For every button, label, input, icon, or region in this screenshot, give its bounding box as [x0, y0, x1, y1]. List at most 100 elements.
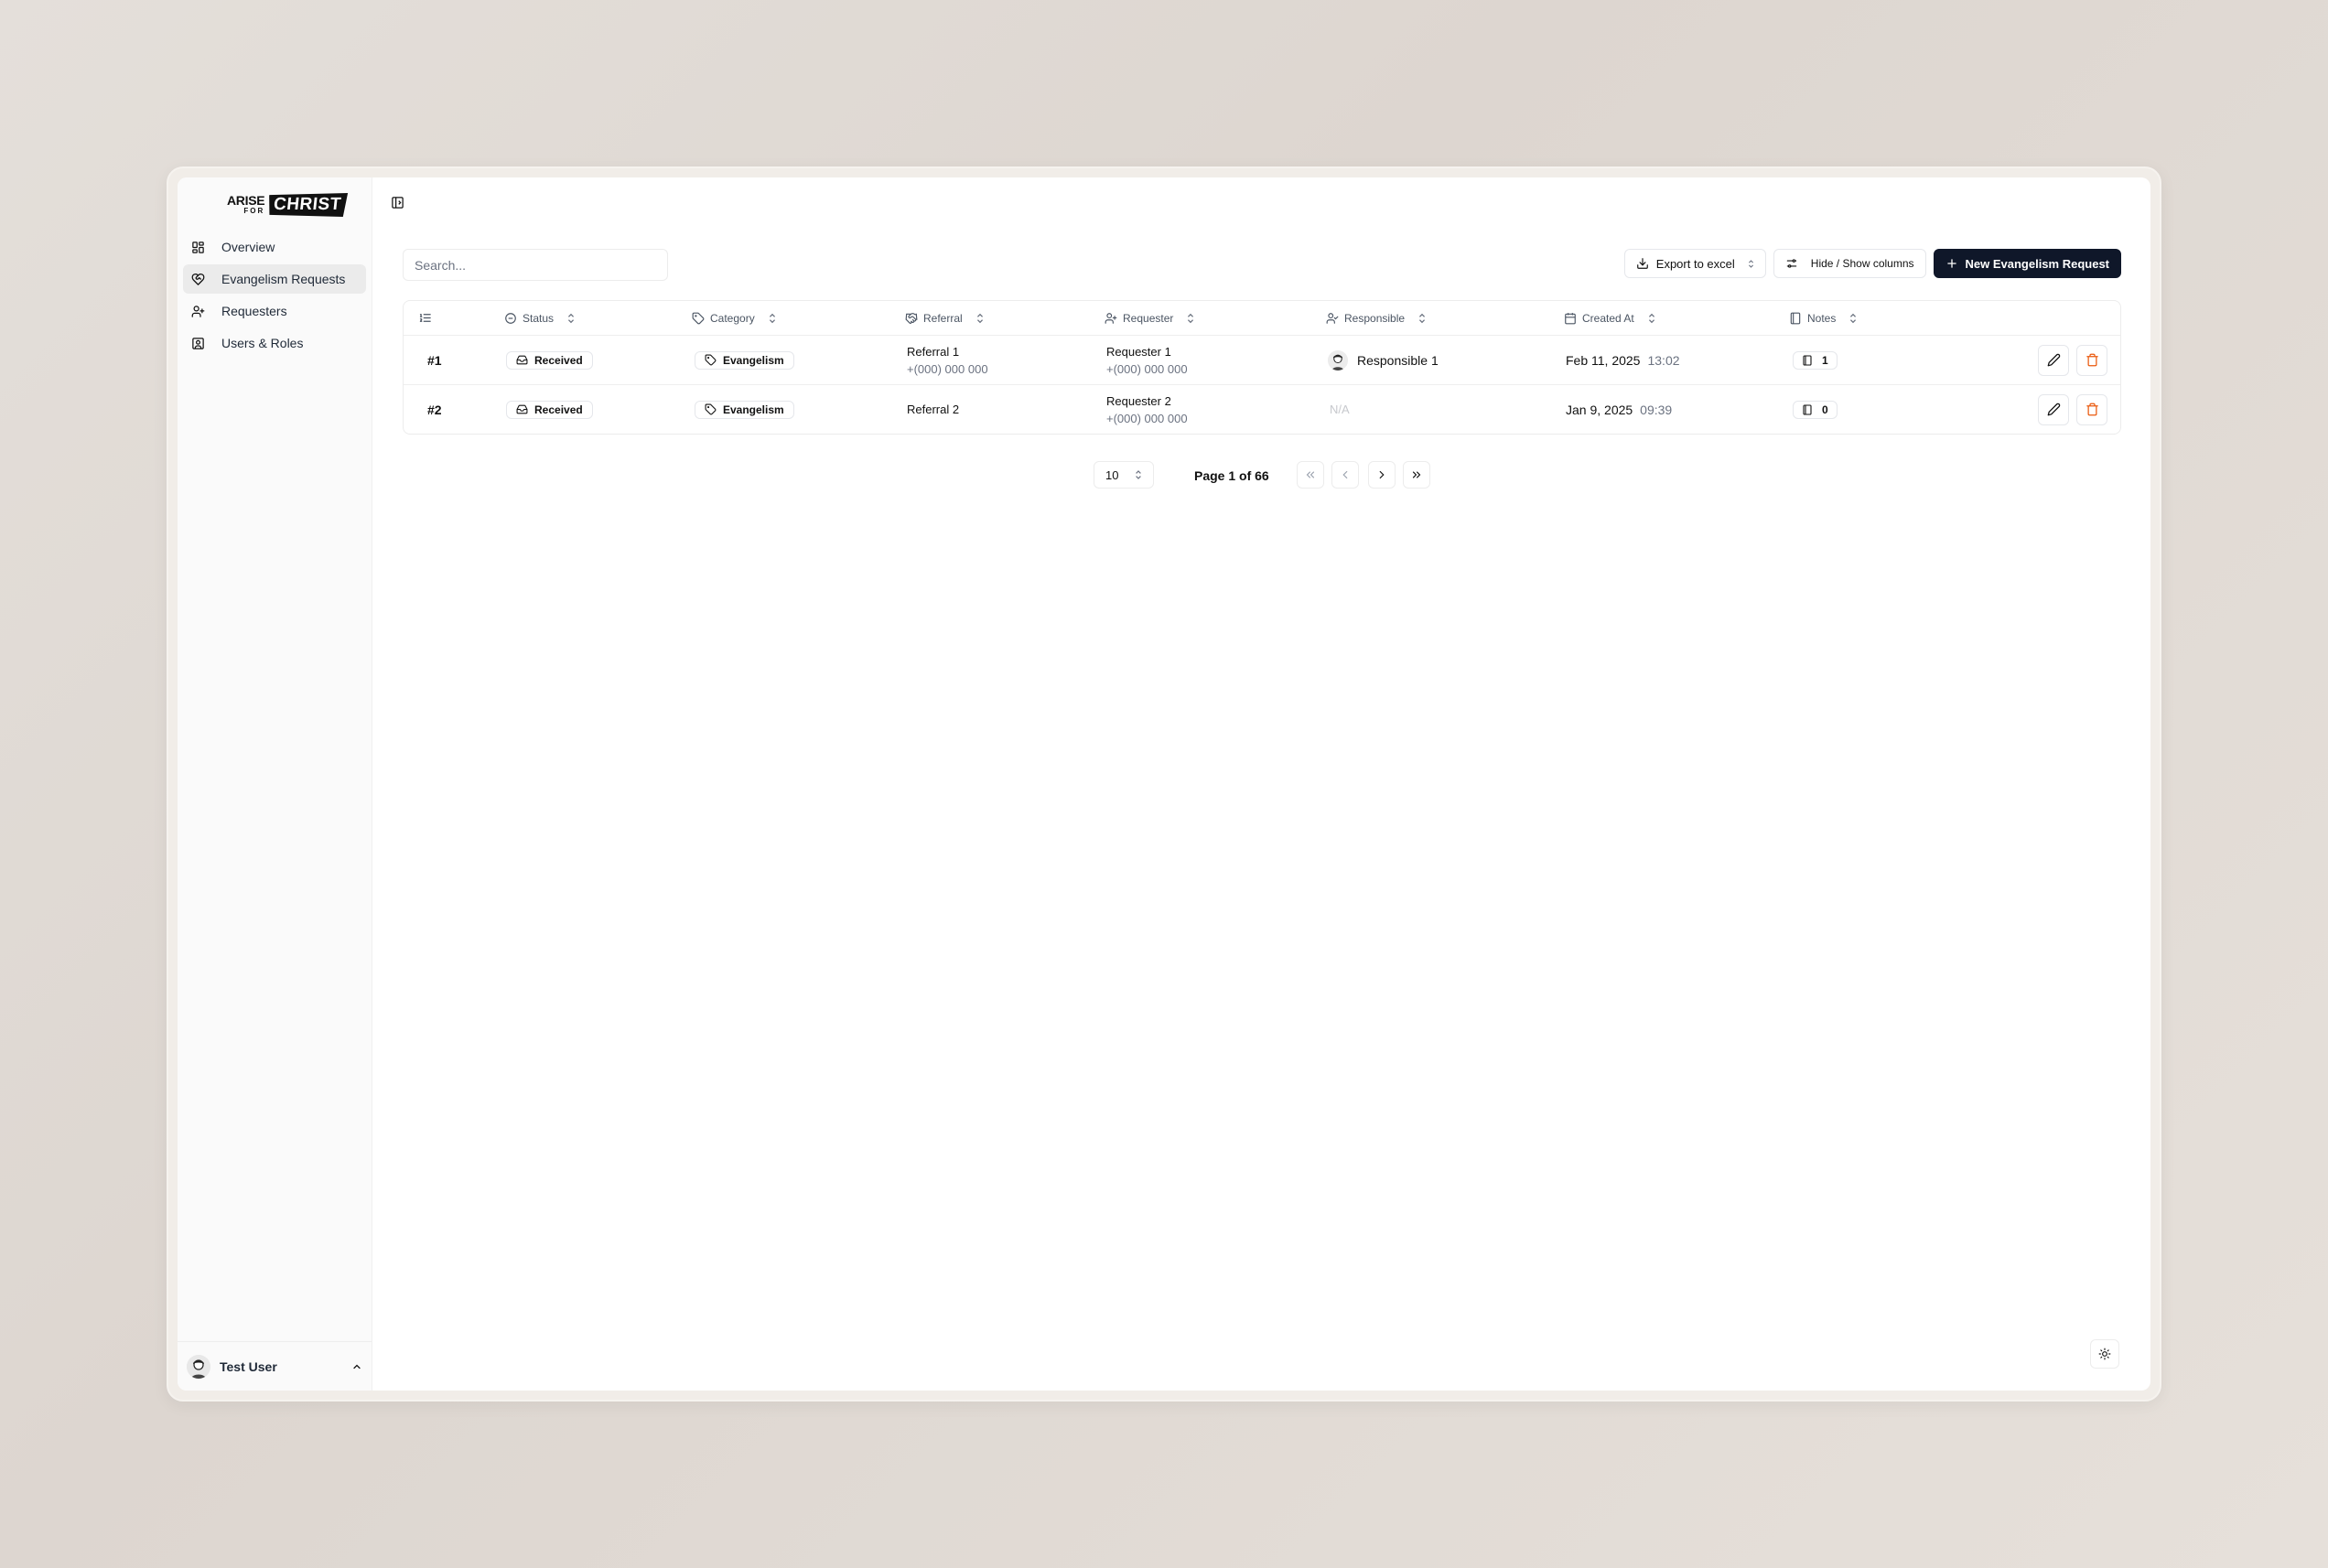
logo-for: FOR	[243, 207, 265, 215]
responsible-cell: Responsible 1	[1328, 349, 1439, 371]
status-label: Received	[534, 353, 583, 367]
notes-count-badge[interactable]: 0	[1793, 400, 1838, 419]
row-actions	[2038, 344, 2107, 376]
chevrons-up-down-icon	[1748, 259, 1753, 268]
notes-count: 0	[1822, 403, 1828, 416]
sort-icon	[568, 313, 575, 323]
download-icon	[1636, 258, 1648, 269]
referral-phone: +(000) 000 000	[907, 361, 988, 376]
edit-button[interactable]	[2038, 344, 2069, 376]
pagination: 10 Page 1 of 66	[372, 459, 2150, 490]
header-label: Responsible	[1344, 311, 1406, 325]
header-responsible[interactable]: Responsible	[1326, 312, 1427, 325]
chevrons-right-icon	[1412, 471, 1421, 478]
window-frame: ARISE FOR CHRIST Overview Evangelism Req…	[167, 166, 2161, 1402]
header-index[interactable]	[418, 311, 432, 325]
inbox-icon	[516, 404, 528, 414]
delete-button[interactable]	[2076, 344, 2107, 376]
sidebar-item-label: Evangelism Requests	[221, 272, 346, 286]
header-label: Requester	[1123, 311, 1174, 325]
referral-cell: Referral 2	[907, 401, 959, 418]
table-header: Status Category Referral Requester Respo…	[404, 301, 2120, 335]
last-page-button[interactable]	[1403, 461, 1430, 489]
header-category[interactable]: Category	[692, 312, 777, 325]
inbox-icon	[516, 355, 528, 365]
category-badge: Evangelism	[695, 350, 794, 370]
sidebar-toggle-button[interactable]	[389, 194, 405, 210]
category-label: Evangelism	[723, 403, 784, 416]
sidebar-item-requesters[interactable]: Requesters	[183, 296, 366, 326]
header-status[interactable]: Status	[504, 312, 576, 325]
tag-icon	[705, 403, 717, 415]
sliders-icon	[1786, 259, 1797, 268]
contact-icon	[190, 336, 205, 350]
user-menu[interactable]: Test User	[178, 1341, 372, 1391]
sort-icon	[1648, 313, 1654, 323]
sidebar-item-users-roles[interactable]: Users & Roles	[183, 328, 366, 358]
avatar	[1328, 349, 1348, 371]
created-at-cell: Jan 9, 2025 09:39	[1566, 403, 1672, 417]
requester-phone: +(000) 000 000	[1106, 411, 1188, 425]
trash-icon	[2086, 403, 2098, 416]
circle-dashed-icon	[505, 312, 516, 324]
app: ARISE FOR CHRIST Overview Evangelism Req…	[178, 177, 2150, 1391]
user-plus-icon	[1105, 312, 1117, 324]
sidebar-item-evangelism-requests[interactable]: Evangelism Requests	[183, 264, 366, 294]
logo-left: ARISE FOR	[227, 193, 265, 216]
created-time: 13:02	[1647, 352, 1680, 368]
sort-icon	[1419, 313, 1426, 323]
new-evangelism-request-button[interactable]: New Evangelism Request	[1933, 249, 2121, 278]
row-actions	[2038, 393, 2107, 425]
handshake-icon	[905, 312, 918, 324]
sidebar-item-label: Overview	[221, 240, 275, 254]
main-content: Export to excel Hide / Show columns New …	[372, 177, 2150, 1391]
grid-icon	[190, 240, 205, 254]
columns-label: Hide / Show columns	[1810, 257, 1914, 270]
sidebar-item-label: Users & Roles	[221, 336, 304, 350]
hide-show-columns-button[interactable]: Hide / Show columns	[1773, 249, 1926, 278]
chevrons-up-down-icon	[1136, 470, 1141, 479]
header-requester[interactable]: Requester	[1105, 312, 1195, 325]
logo-arise: ARISE	[227, 193, 265, 208]
requests-table: Status Category Referral Requester Respo…	[403, 300, 2121, 435]
created-date: Jan 9, 2025	[1566, 402, 1633, 417]
notes-count: 1	[1822, 353, 1828, 367]
sun-icon	[2098, 1348, 2111, 1360]
table-row[interactable]: #1 Received Evangelism Referral 1 +(000)…	[404, 335, 2120, 384]
delete-button[interactable]	[2076, 393, 2107, 425]
request-id: #1	[427, 352, 442, 368]
search-input[interactable]	[403, 249, 668, 281]
page-size-value: 10	[1105, 467, 1119, 482]
plus-icon	[1946, 259, 1956, 268]
header-referral[interactable]: Referral	[905, 312, 985, 325]
brand-logo[interactable]: ARISE FOR CHRIST	[227, 188, 372, 221]
export-excel-button[interactable]: Export to excel	[1623, 249, 1766, 278]
header-label: Created At	[1582, 311, 1634, 325]
toolbar: Export to excel Hide / Show columns New …	[1623, 249, 2121, 278]
theme-toggle-button[interactable]	[2090, 1339, 2119, 1369]
notes-count-badge[interactable]: 1	[1793, 350, 1838, 370]
chevron-right-icon	[1379, 470, 1385, 479]
avatar	[187, 1354, 210, 1379]
notebook-icon	[1803, 403, 1812, 415]
header-label: Notes	[1807, 311, 1837, 325]
page-size-select[interactable]: 10	[1094, 461, 1154, 489]
status-label: Received	[534, 403, 583, 416]
next-page-button[interactable]	[1368, 461, 1396, 489]
requester-phone: +(000) 000 000	[1106, 361, 1188, 376]
sidebar-item-overview[interactable]: Overview	[183, 232, 366, 262]
table-row[interactable]: #2 Received Evangelism Referral 2 Reques…	[404, 384, 2120, 434]
header-created-at[interactable]: Created At	[1564, 312, 1656, 325]
trash-icon	[2086, 353, 2098, 367]
export-label: Export to excel	[1655, 256, 1735, 271]
first-page-button[interactable]	[1297, 461, 1324, 489]
prev-page-button[interactable]	[1331, 461, 1359, 489]
notebook-icon	[1803, 354, 1812, 366]
pencil-icon	[2047, 353, 2060, 367]
tag-icon	[692, 312, 705, 324]
page-info: Page 1 of 66	[1194, 468, 1269, 483]
created-time: 09:39	[1640, 402, 1673, 417]
header-notes[interactable]: Notes	[1789, 312, 1858, 325]
edit-button[interactable]	[2038, 393, 2069, 425]
referral-cell: Referral 1 +(000) 000 000	[907, 343, 988, 378]
